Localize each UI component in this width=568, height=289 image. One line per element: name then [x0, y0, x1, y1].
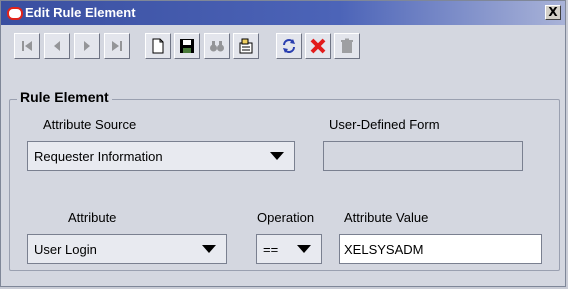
user-defined-form-label: User-Defined Form	[329, 117, 440, 132]
trash-icon	[341, 38, 353, 53]
next-record-icon	[84, 41, 90, 51]
new-button[interactable]	[145, 33, 171, 59]
save-icon	[180, 39, 194, 53]
title-bar: Edit Rule Element X	[1, 1, 565, 25]
chevron-down-icon	[202, 245, 216, 253]
edit-rule-element-window: Edit Rule Element X Rule Element Attribu…	[0, 0, 566, 287]
close-button[interactable]: X	[545, 5, 561, 20]
next-record-button[interactable]	[74, 33, 100, 59]
group-title: Rule Element	[17, 89, 112, 105]
last-record-button[interactable]	[104, 33, 130, 59]
delete-button[interactable]	[305, 33, 331, 59]
chevron-down-icon	[270, 152, 284, 160]
trash-button[interactable]	[334, 33, 360, 59]
chevron-down-icon	[297, 245, 311, 253]
find-button[interactable]	[204, 33, 230, 59]
binoculars-icon	[210, 41, 224, 52]
window-title: Edit Rule Element	[25, 5, 136, 20]
query-icon	[239, 38, 253, 54]
operation-label: Operation	[257, 210, 315, 225]
attribute-value-label: Attribute Value	[344, 210, 429, 225]
operation-select[interactable]: ==	[256, 234, 322, 264]
new-document-icon	[152, 38, 164, 54]
attribute-value-input[interactable]: XELSYSADM	[339, 234, 542, 264]
save-button[interactable]	[174, 33, 200, 59]
attribute-source-select[interactable]: Requester Information	[27, 141, 295, 171]
previous-record-button[interactable]	[44, 33, 70, 59]
last-record-icon	[112, 41, 122, 51]
attribute-selected-value: User Login	[34, 241, 97, 257]
red-x-icon	[310, 38, 326, 54]
attribute-select[interactable]: User Login	[27, 234, 227, 264]
first-record-button[interactable]	[14, 33, 40, 59]
attribute-source-value: Requester Information	[34, 148, 163, 164]
query-button[interactable]	[233, 33, 259, 59]
user-defined-form-field[interactable]	[323, 141, 523, 171]
operation-value: ==	[263, 241, 279, 257]
attribute-label: Attribute	[68, 210, 117, 225]
attribute-source-label: Attribute Source	[43, 117, 137, 132]
refresh-icon	[283, 39, 295, 53]
previous-record-icon	[54, 41, 60, 51]
oracle-logo-icon	[7, 7, 23, 20]
first-record-icon	[22, 41, 32, 51]
refresh-button[interactable]	[276, 33, 302, 59]
